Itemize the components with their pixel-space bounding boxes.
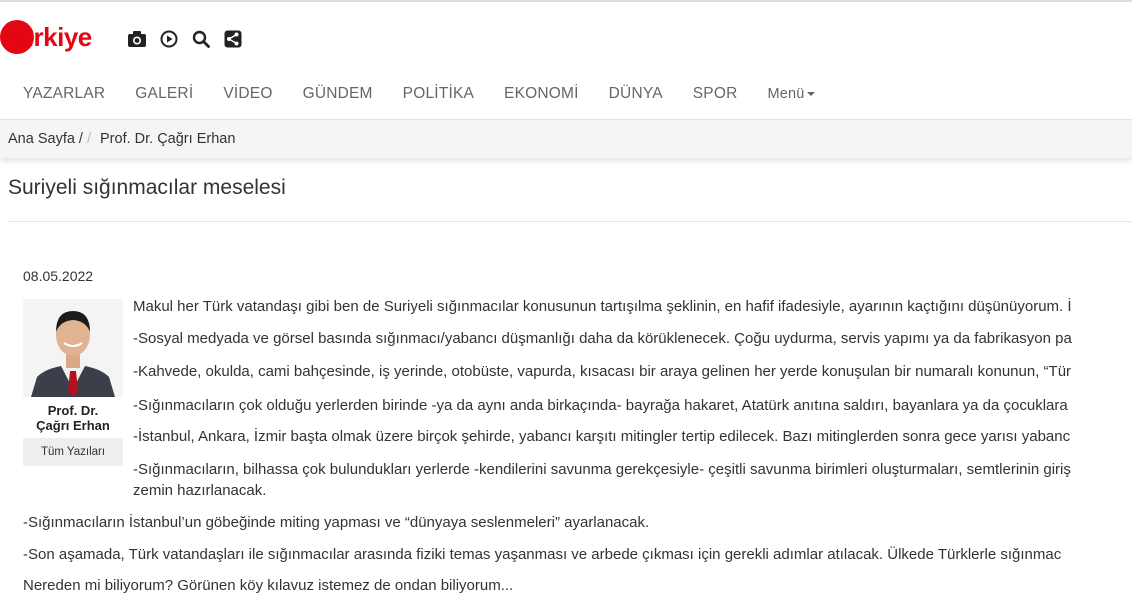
paragraph-continuation: zemin hazırlanacak. bbox=[133, 482, 267, 499]
article-date: 08.05.2022 bbox=[23, 268, 94, 284]
author-title: Prof. Dr. bbox=[47, 403, 99, 418]
nav-list: YAZARLAR GALERİ VİDEO GÜNDEM POLİTİKA EK… bbox=[8, 68, 830, 120]
paragraph: -Sığınmacıların çok olduğu yerlerden bir… bbox=[133, 397, 1068, 414]
nav-item-spor[interactable]: SPOR bbox=[678, 85, 753, 103]
breadcrumb-current: Prof. Dr. Çağrı Erhan bbox=[100, 131, 236, 147]
title-divider bbox=[8, 221, 1132, 222]
share-icon[interactable] bbox=[223, 29, 243, 49]
all-posts-button[interactable]: Tüm Yazıları bbox=[23, 438, 123, 466]
site-header: türkiye bbox=[0, 2, 1132, 68]
nav-menu-label: Menü bbox=[767, 86, 805, 102]
caret-down-icon bbox=[806, 92, 815, 97]
paragraph: Makul her Türk vatandaşı gibi ben de Sur… bbox=[133, 298, 1072, 315]
play-icon[interactable] bbox=[159, 29, 179, 49]
author-full-name: Çağrı Erhan bbox=[36, 418, 110, 433]
main-nav: YAZARLAR GALERİ VİDEO GÜNDEM POLİTİKA EK… bbox=[0, 68, 1132, 120]
nav-item-dunya[interactable]: DÜNYA bbox=[594, 85, 678, 103]
logo-text: türkiye bbox=[10, 22, 92, 52]
author-card: Prof. Dr. Çağrı Erhan Tüm Yazıları bbox=[23, 299, 123, 466]
nav-item-gundem[interactable]: GÜNDEM bbox=[288, 85, 388, 103]
camera-icon[interactable] bbox=[127, 29, 147, 49]
header-icons bbox=[127, 28, 243, 50]
site-logo[interactable]: türkiye bbox=[0, 16, 118, 58]
nav-item-ekonomi[interactable]: EKONOMİ bbox=[489, 85, 594, 103]
nav-item-yazarlar[interactable]: YAZARLAR bbox=[8, 85, 120, 103]
paragraph: -Sosyal medyada ve görsel basında sığınm… bbox=[133, 330, 1072, 347]
breadcrumb-home-link[interactable]: Ana Sayfa / bbox=[8, 131, 83, 147]
nav-item-politika[interactable]: POLİTİKA bbox=[388, 85, 489, 103]
paragraph: -Sığınmacıların, bilhassa çok bulundukla… bbox=[133, 461, 1071, 478]
paragraph: -İstanbul, Ankara, İzmir başta olmak üze… bbox=[133, 428, 1071, 445]
article-title: Suriyeli sığınmacılar meselesi bbox=[8, 176, 286, 199]
paragraph: -Son aşamada, Türk vatandaşları ile sığı… bbox=[23, 546, 1062, 563]
breadcrumb-separator: / bbox=[86, 131, 91, 147]
nav-item-video[interactable]: VİDEO bbox=[208, 85, 287, 103]
author-name[interactable]: Prof. Dr. Çağrı Erhan bbox=[23, 403, 123, 433]
search-icon[interactable] bbox=[191, 29, 211, 49]
paragraph: Nereden mi biliyorum? Görünen köy kılavu… bbox=[23, 577, 514, 594]
paragraph: -Kahvede, okulda, cami bahçesinde, iş ye… bbox=[133, 363, 1072, 380]
author-photo[interactable] bbox=[23, 299, 123, 397]
paragraph: -Sığınmacıların İstanbul’un göbeğinde mi… bbox=[23, 514, 650, 531]
nav-item-galeri[interactable]: GALERİ bbox=[120, 85, 208, 103]
breadcrumb: Ana Sayfa / / Prof. Dr. Çağrı Erhan bbox=[0, 120, 1132, 158]
nav-menu-dropdown[interactable]: Menü bbox=[753, 86, 830, 102]
